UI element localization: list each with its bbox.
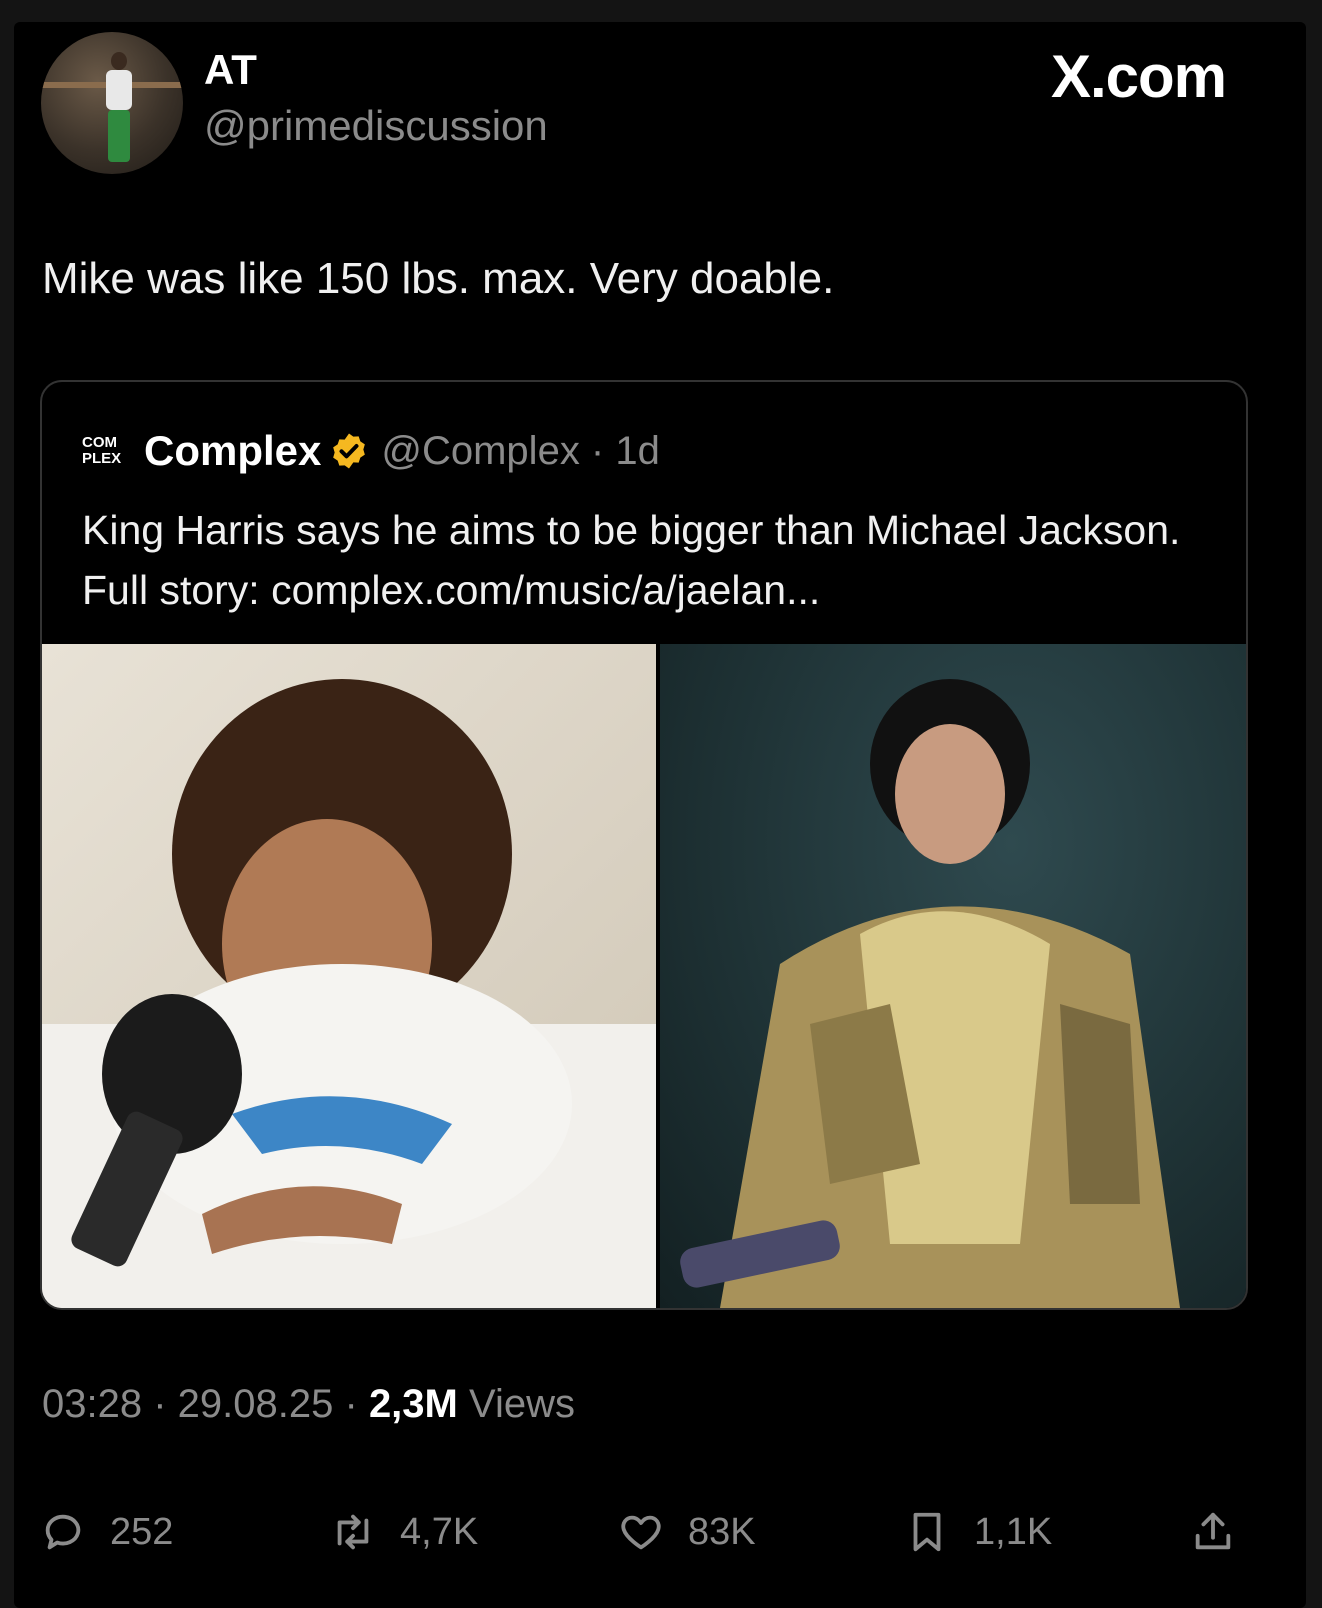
heart-icon [621,1515,661,1550]
reply-button[interactable]: 252 [40,1502,173,1562]
tweet-time: 03:28 [42,1382,143,1426]
like-button[interactable]: 83K [618,1502,756,1562]
reply-icon [45,1514,81,1550]
verified-badge-icon [333,433,366,469]
quoted-media[interactable] [42,644,1246,1308]
quoted-tweet[interactable]: COM PLEX Complex @Complex · 1d King Harr… [40,380,1248,1310]
share-icon [1195,1512,1231,1550]
views-label: Views [469,1382,575,1426]
quoted-author-name[interactable]: Complex [144,427,321,475]
tweet-text: Mike was like 150 lbs. max. Very doable. [42,254,835,303]
tweet-frame: AT @primediscussion X.com Mike was like … [14,22,1306,1608]
repost-count: 4,7K [400,1510,479,1553]
views-count: 2,3M [368,1382,458,1426]
repost-icon [337,1514,369,1550]
tweet-date: 29.08.25 [177,1382,334,1426]
x-logo: X.com [1050,43,1227,110]
author-name[interactable]: AT [204,46,257,94]
photo-king-harris[interactable] [42,644,656,1308]
share-button[interactable] [1190,1502,1260,1562]
like-count: 83K [688,1510,756,1553]
complex-logo-icon: COM PLEX [82,434,122,467]
avatar[interactable] [41,32,183,174]
meta-separator: · [153,1382,178,1426]
photo-michael-jackson-illustration [680,679,1180,1308]
quoted-text: King Harris says he aims to be bigger th… [82,507,1181,613]
repost-button[interactable]: 4,7K [330,1502,478,1562]
photo-michael-jackson[interactable] [660,644,1246,1308]
quoted-header: COM PLEX Complex @Complex · 1d [82,426,660,476]
avatar-figure [103,52,133,162]
author-handle[interactable]: @primediscussion [204,102,548,150]
bookmark-icon [913,1512,941,1552]
reply-count: 252 [110,1510,174,1553]
bookmark-button[interactable]: 1,1K [904,1502,1052,1562]
photo-king-harris-illustration [42,679,656,1308]
tweet-meta: 03:28 · 29.08.25 · 2,3M Views [42,1382,575,1427]
quoted-handle-time: @Complex · 1d [381,428,660,473]
meta-separator: · [344,1382,369,1426]
bookmark-count: 1,1K [974,1510,1053,1553]
action-bar: 252 4,7K 83K 1,1K [40,1502,1246,1562]
